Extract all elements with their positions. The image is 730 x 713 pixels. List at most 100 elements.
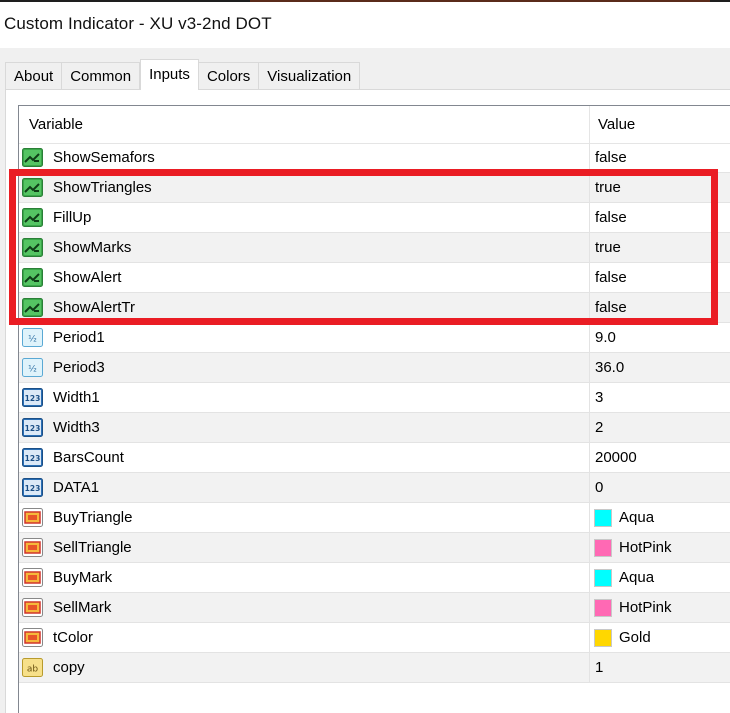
tab-common[interactable]: Common	[62, 62, 141, 90]
cell-separator	[589, 383, 590, 413]
variable-name: ShowMarks	[53, 239, 132, 256]
grid-rows: ShowSemafors false ShowTriangles true FillUp…	[19, 143, 730, 683]
grid-row-showsemafors[interactable]: ShowSemafors false	[19, 143, 730, 173]
variable-name: copy	[53, 659, 85, 676]
variable-value[interactable]: true	[595, 179, 621, 196]
variable-name: SellMark	[53, 599, 112, 616]
cell-separator	[589, 443, 590, 473]
cell-separator	[589, 533, 590, 563]
grid-row-buymark[interactable]: BuyMark Aqua	[19, 563, 730, 593]
grid-row-tcolor[interactable]: tColor Gold	[19, 623, 730, 653]
variable-value[interactable]: true	[595, 239, 621, 256]
variable-name: BarsCount	[53, 449, 124, 466]
tab-bar: About Common Inputs Colors Visualization	[5, 59, 361, 90]
variable-name: Period1	[53, 329, 105, 346]
window-top-strip	[0, 0, 730, 2]
cell-separator	[589, 173, 590, 203]
bool-icon	[22, 298, 43, 317]
variable-value[interactable]: 9.0	[595, 329, 616, 346]
variable-name: SellTriangle	[53, 539, 132, 556]
cell-separator	[589, 233, 590, 263]
color-swatch	[594, 509, 612, 527]
grid-row-showalert[interactable]: ShowAlert false	[19, 263, 730, 293]
double-icon: ½	[22, 358, 43, 377]
cell-separator	[589, 623, 590, 653]
color-icon	[22, 508, 43, 527]
variable-value[interactable]: 2	[595, 419, 603, 436]
grid-row-sellmark[interactable]: SellMark HotPink	[19, 593, 730, 623]
tab-about[interactable]: About	[5, 62, 63, 90]
tab-inputs[interactable]: Inputs	[140, 59, 199, 90]
variable-value[interactable]: false	[595, 209, 627, 226]
variable-value[interactable]: Aqua	[619, 569, 654, 586]
variable-value[interactable]: HotPink	[619, 539, 672, 556]
integer-icon: 123	[22, 388, 43, 407]
grid-row-data1[interactable]: 123 DATA1 0	[19, 473, 730, 503]
color-icon	[22, 568, 43, 587]
grid-row-showmarks[interactable]: ShowMarks true	[19, 233, 730, 263]
variable-value[interactable]: 1	[595, 659, 603, 676]
grid-row-fillup[interactable]: FillUp false	[19, 203, 730, 233]
grid-row-width3[interactable]: 123 Width3 2	[19, 413, 730, 443]
cell-separator	[589, 203, 590, 233]
variable-name: ShowAlertTr	[53, 299, 135, 316]
string-icon: ab	[22, 658, 43, 677]
variable-value[interactable]: 3	[595, 389, 603, 406]
cell-separator	[589, 143, 590, 173]
bool-icon	[22, 238, 43, 257]
variable-name: Width3	[53, 419, 100, 436]
variable-value[interactable]: HotPink	[619, 599, 672, 616]
tab-visualization[interactable]: Visualization	[259, 62, 361, 90]
cell-separator	[589, 413, 590, 443]
grid-row-selltriangle[interactable]: SellTriangle HotPink	[19, 533, 730, 563]
grid-row-width1[interactable]: 123 Width1 3	[19, 383, 730, 413]
grid-row-buytriangle[interactable]: BuyTriangle Aqua	[19, 503, 730, 533]
grid-row-showalerttr[interactable]: ShowAlertTr false	[19, 293, 730, 323]
integer-icon: 123	[22, 418, 43, 437]
grid-row-barscount[interactable]: 123 BarsCount 20000	[19, 443, 730, 473]
variable-value[interactable]: Aqua	[619, 509, 654, 526]
color-icon	[22, 538, 43, 557]
column-header-value[interactable]: Value	[598, 116, 635, 133]
variable-name: BuyMark	[53, 569, 113, 586]
inputs-grid[interactable]: Variable Value ShowSemafors false ShowTria…	[18, 105, 730, 713]
column-separator[interactable]	[589, 106, 590, 143]
variable-name: FillUp	[53, 209, 92, 226]
cell-separator	[589, 293, 590, 323]
svg-text:½: ½	[28, 335, 37, 345]
svg-text:123: 123	[25, 424, 41, 433]
integer-icon: 123	[22, 448, 43, 467]
variable-value[interactable]: false	[595, 269, 627, 286]
cell-separator	[589, 563, 590, 593]
bool-icon	[22, 178, 43, 197]
tab-colors[interactable]: Colors	[198, 62, 260, 90]
cell-separator	[589, 263, 590, 293]
grid-row-showtriangles[interactable]: ShowTriangles true	[19, 173, 730, 203]
cell-separator	[589, 503, 590, 533]
variable-value[interactable]: 0	[595, 479, 603, 496]
bool-icon	[22, 148, 43, 167]
svg-text:123: 123	[25, 394, 41, 403]
column-header-variable[interactable]: Variable	[29, 116, 83, 133]
variable-name: ShowAlert	[53, 269, 122, 286]
variable-value[interactable]: false	[595, 299, 627, 316]
svg-text:ab: ab	[27, 665, 39, 675]
grid-row-period3[interactable]: ½ Period3 36.0	[19, 353, 730, 383]
cell-separator	[589, 653, 590, 683]
color-icon	[22, 598, 43, 617]
cell-separator	[589, 353, 590, 383]
grid-header: Variable Value	[19, 106, 730, 144]
cell-separator	[589, 323, 590, 353]
grid-row-copy[interactable]: ab copy 1	[19, 653, 730, 683]
variable-value[interactable]: false	[595, 149, 627, 166]
variable-value[interactable]: 20000	[595, 449, 637, 466]
variable-value[interactable]: Gold	[619, 629, 651, 646]
grid-row-period1[interactable]: ½ Period1 9.0	[19, 323, 730, 353]
color-swatch	[594, 629, 612, 647]
variable-name: BuyTriangle	[53, 509, 133, 526]
color-swatch	[594, 569, 612, 587]
variable-name: DATA1	[53, 479, 100, 496]
variable-value[interactable]: 36.0	[595, 359, 624, 376]
variable-name: Period3	[53, 359, 105, 376]
top-strip-accent	[250, 0, 710, 2]
